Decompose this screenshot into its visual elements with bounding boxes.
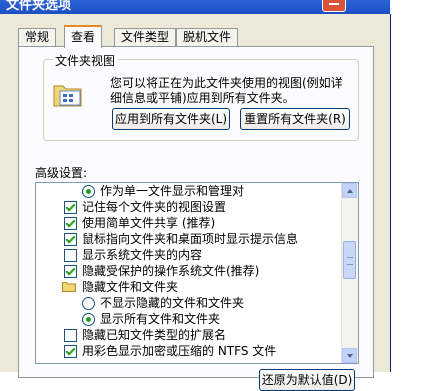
apply-to-all-folders-button[interactable]: 应用到所有文件夹(L) <box>112 108 230 130</box>
checkbox[interactable] <box>64 249 77 262</box>
radio-button[interactable] <box>82 185 95 198</box>
reset-all-folders-button[interactable]: 重置所有文件夹(R) <box>240 108 350 130</box>
scroll-up-arrow-icon[interactable] <box>342 183 357 198</box>
folder-views-description: 您可以将正在为此文件夹使用的视图(例如详细信息或平铺)应用到所有文件夹。 <box>110 76 343 105</box>
view-tab-panel: 文件夹视图 您可以将正在为此文件夹使用的视图(例如详细信息或平铺)应用到所有文件… <box>18 46 374 391</box>
list-item-label: 用彩色显示加密或压缩的 NTFS 文件 <box>82 344 277 358</box>
background-desktop <box>390 0 428 372</box>
radio-button[interactable] <box>82 297 95 310</box>
restore-defaults-button[interactable]: 还原为默认值(D) <box>259 369 355 391</box>
tab-offline-files[interactable]: 脱机文件 <box>176 28 239 46</box>
checkbox[interactable] <box>64 217 77 230</box>
scrollbar-thumb[interactable] <box>343 241 356 279</box>
tab-general[interactable]: 常规 <box>18 28 57 46</box>
folder-views-group: 文件夹视图 您可以将正在为此文件夹使用的视图(例如详细信息或平铺)应用到所有文件… <box>43 52 359 141</box>
list-item-label: 隐藏受保护的操作系统文件(推荐) <box>82 264 260 278</box>
list-item-label: 显示所有文件和文件夹 <box>100 312 221 326</box>
list-item-label: 使用简单文件共享 (推荐) <box>82 216 216 230</box>
radio-button[interactable] <box>82 313 95 326</box>
list-item-label: 显示系统文件夹的内容 <box>82 248 203 262</box>
list-item-label: 鼠标指向文件夹和桌面项时显示提示信息 <box>82 232 299 246</box>
scroll-down-arrow-icon[interactable] <box>342 348 357 363</box>
folder-icon <box>62 282 76 292</box>
tab-file-types[interactable]: 文件类型 <box>114 28 177 46</box>
list-item-label: 隐藏已知文件类型的扩展名 <box>82 328 227 342</box>
folder-views-icon <box>53 85 82 107</box>
advanced-settings-label: 高级设置: <box>35 166 88 180</box>
list-item-label: 不显示隐藏的文件和文件夹 <box>100 296 245 310</box>
advanced-settings-list[interactable]: 作为单一文件显示和管理对 记住每个文件夹的视图设置 使用简单文件共享 (推荐) … <box>35 182 359 364</box>
list-item-label: 记住每个文件夹的视图设置 <box>82 200 227 214</box>
folder-options-dialog: 常规 查看 文件类型 脱机文件 文件夹视图 您可以将正在为此文件夹使用的视图(例… <box>0 14 391 391</box>
checkbox[interactable] <box>64 201 77 214</box>
checkbox[interactable] <box>64 265 77 278</box>
checkbox[interactable] <box>64 345 77 358</box>
list-item-label: 隐藏文件和文件夹 <box>82 280 179 294</box>
list-item-label: 作为单一文件显示和管理对 <box>100 184 245 198</box>
folder-views-label: 文件夹视图 <box>52 52 119 69</box>
checkbox[interactable] <box>64 233 77 246</box>
vertical-scrollbar[interactable] <box>341 183 358 363</box>
title-bar[interactable]: 文件夹选项 <box>0 0 390 14</box>
close-button[interactable] <box>322 0 346 12</box>
checkbox[interactable] <box>64 329 77 342</box>
window-title: 文件夹选项 <box>6 0 72 13</box>
tab-view[interactable]: 查看 <box>64 25 103 48</box>
